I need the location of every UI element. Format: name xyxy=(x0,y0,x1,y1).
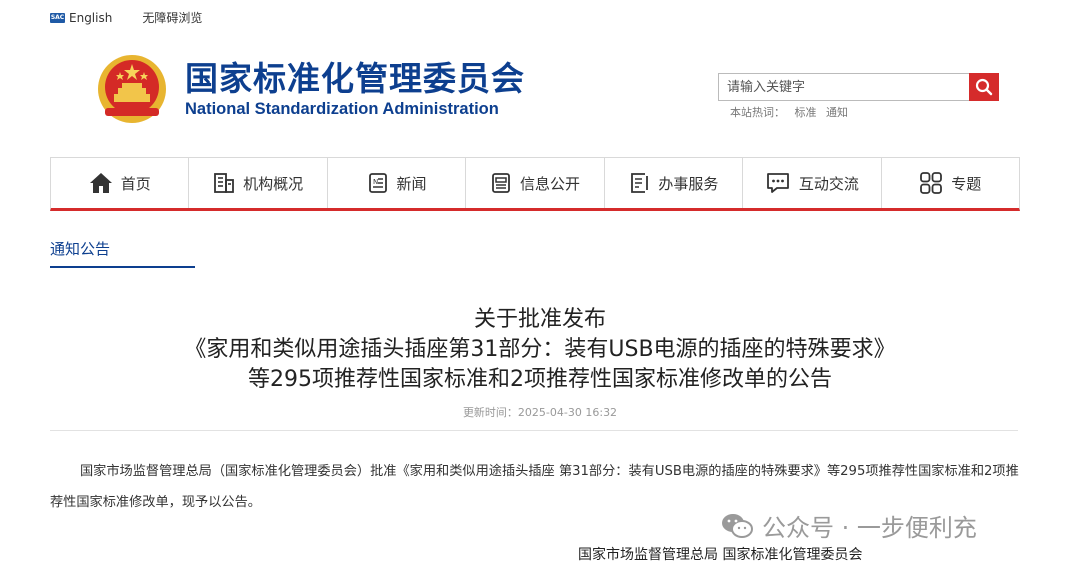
nav-label: 办事服务 xyxy=(658,174,719,193)
site-title-en: National Standardization Administration xyxy=(185,99,499,118)
section-tab-underline xyxy=(50,266,195,268)
nav-label: 机构概况 xyxy=(243,174,304,193)
article-signature: 国家市场监督管理总局 国家标准化管理委员会 xyxy=(578,547,863,563)
form-icon xyxy=(631,173,649,193)
nav-item-home[interactable]: 首页 xyxy=(51,158,190,208)
site-title-cn: 国家标准化管理委员会 xyxy=(185,58,525,98)
news-icon: N xyxy=(368,173,387,193)
search-bar xyxy=(718,73,999,101)
nav-label: 首页 xyxy=(120,174,151,193)
hot-words-label: 本站热词： xyxy=(730,106,785,119)
site-header: 国家标准化管理委员会 National Standardization Admi… xyxy=(95,52,525,126)
building-icon xyxy=(214,173,235,193)
watermark: 公众号 · 一步便利充 xyxy=(720,508,977,543)
accessibility-link[interactable]: 无障碍浏览 xyxy=(142,9,202,26)
nav-label: 专题 xyxy=(951,174,982,193)
hot-word[interactable]: 通知 xyxy=(826,106,848,119)
nav-item-topics[interactable]: 专题 xyxy=(882,158,1019,208)
nav-label: 信息公开 xyxy=(519,174,580,193)
section-tab-notices[interactable]: 通知公告 xyxy=(50,238,110,259)
chat-bubble-icon xyxy=(766,173,789,193)
watermark-text: 公众号 · 一步便利充 xyxy=(762,514,977,542)
top-bar: SAC English 无障碍浏览 xyxy=(50,9,202,26)
nav-item-services[interactable]: 办事服务 xyxy=(605,158,744,208)
nav-label: 互动交流 xyxy=(798,174,859,193)
divider xyxy=(50,430,1018,431)
svg-text:N: N xyxy=(373,178,378,186)
home-icon xyxy=(89,173,112,193)
nav-item-interaction[interactable]: 互动交流 xyxy=(743,158,882,208)
national-emblem-icon[interactable] xyxy=(95,52,169,126)
hot-words: 本站热词： 标准 通知 xyxy=(730,104,854,120)
article-updated-time: 更新时间：2025-04-30 16:32 xyxy=(462,406,618,419)
search-input[interactable] xyxy=(718,73,969,101)
article-title: 关于批准发布 《家用和类似用途插头插座第31部分：装有USB电源的插座的特殊要求… xyxy=(0,305,1080,395)
document-icon xyxy=(492,173,510,193)
wechat-icon xyxy=(722,513,753,538)
sac-logo-icon: SAC xyxy=(50,12,65,23)
nav-item-news[interactable]: N 新闻 xyxy=(328,158,467,208)
search-button[interactable] xyxy=(969,73,999,101)
article-title-line: 等295项推荐性国家标准和2项推荐性国家标准修改单的公告 xyxy=(248,367,832,392)
nav-item-info-disclosure[interactable]: 信息公开 xyxy=(466,158,605,208)
article-title-line: 《家用和类似用途插头插座第31部分：装有USB电源的插座的特殊要求》 xyxy=(184,337,896,362)
main-nav: 首页 机构概况 N 新闻 信息公开 办事服务 互动交流 专题 xyxy=(50,157,1020,211)
nav-label: 新闻 xyxy=(396,174,427,193)
search-icon xyxy=(975,78,993,96)
english-link[interactable]: SAC English xyxy=(50,11,112,25)
english-link-label: English xyxy=(69,10,113,25)
hot-word[interactable]: 标准 xyxy=(795,106,817,119)
nav-item-about[interactable]: 机构概况 xyxy=(189,158,328,208)
grid-icon xyxy=(920,172,943,194)
article-title-line: 关于批准发布 xyxy=(473,307,606,332)
